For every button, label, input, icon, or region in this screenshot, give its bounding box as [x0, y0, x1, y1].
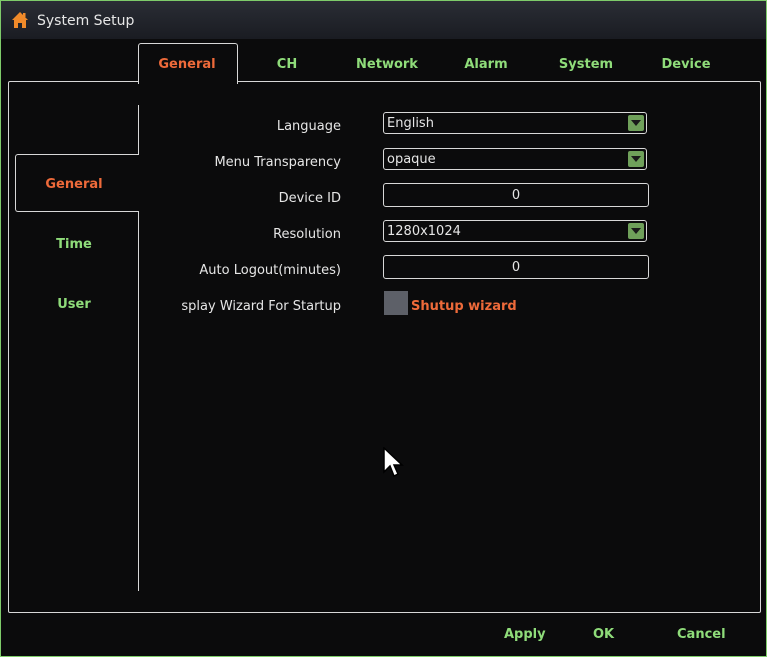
home-icon	[12, 12, 28, 28]
sidebar-item-general[interactable]: General	[15, 177, 133, 192]
chevron-down-icon[interactable]	[628, 223, 644, 239]
language-label: Language	[276, 119, 341, 134]
tab-alarm[interactable]: Alarm	[437, 57, 535, 72]
menu-transparency-value: opaque	[387, 152, 436, 167]
tab-network[interactable]: Network	[338, 57, 436, 72]
tab-system[interactable]: System	[537, 57, 635, 72]
resolution-value: 1280x1024	[387, 224, 461, 239]
menu-transparency-select[interactable]: opaque	[383, 148, 647, 170]
apply-button[interactable]: Apply	[504, 627, 546, 642]
language-value: English	[387, 116, 434, 131]
shutup-wizard-checkbox[interactable]	[384, 291, 408, 315]
chevron-down-icon[interactable]	[628, 115, 644, 131]
resolution-select[interactable]: 1280x1024	[383, 220, 647, 242]
sidebar-item-user[interactable]: User	[15, 297, 133, 312]
title-bar: System Setup	[1, 1, 766, 39]
window-title: System Setup	[37, 13, 135, 29]
chevron-down-icon[interactable]	[628, 151, 644, 167]
ok-button[interactable]: OK	[593, 627, 614, 642]
wizard-label: splay Wizard For Startup	[181, 299, 341, 314]
resolution-label: Resolution	[273, 227, 341, 242]
tab-general[interactable]: General	[138, 57, 236, 72]
menu-transparency-label: Menu Transparency	[214, 155, 341, 170]
system-setup-window: System Setup General CH Network Alarm Sy…	[0, 0, 767, 657]
tab-device[interactable]: Device	[637, 57, 735, 72]
shutup-wizard-label[interactable]: Shutup wizard	[411, 299, 517, 314]
tab-ch[interactable]: CH	[238, 57, 336, 72]
auto-logout-label: Auto Logout(minutes)	[199, 263, 341, 278]
cancel-button[interactable]: Cancel	[677, 627, 726, 642]
language-select[interactable]: English	[383, 112, 647, 134]
device-id-field[interactable]: 0	[383, 183, 649, 207]
auto-logout-field[interactable]: 0	[383, 255, 649, 279]
device-id-label: Device ID	[278, 191, 341, 206]
mouse-pointer-icon	[383, 447, 404, 478]
sidebar-item-time[interactable]: Time	[15, 237, 133, 252]
